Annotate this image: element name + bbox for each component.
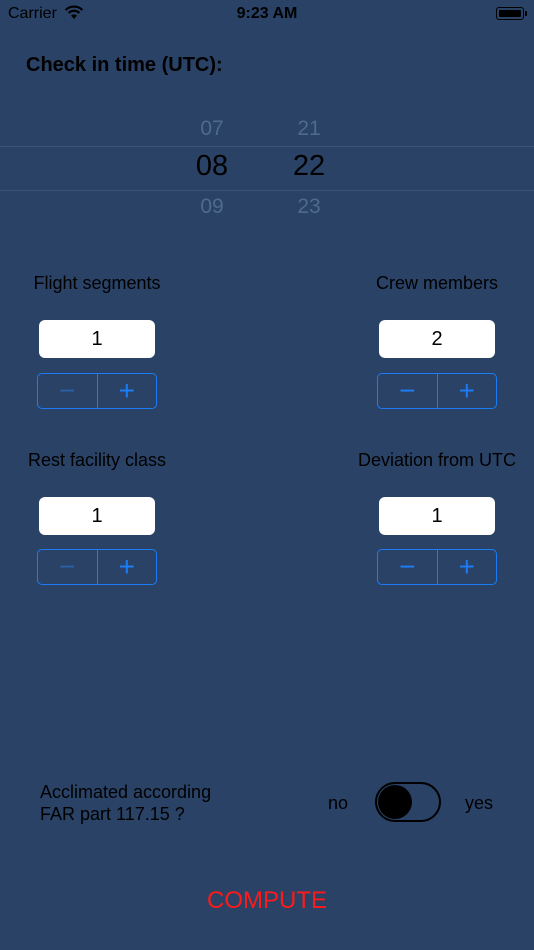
flight-segments-label: Flight segments [33, 273, 161, 293]
deviation-from-utc-value[interactable]: 1 [379, 497, 495, 535]
picker-top-divider [0, 146, 534, 147]
acclimated-toggle[interactable] [375, 782, 441, 822]
toggle-knob [378, 785, 412, 819]
rest-facility-class-stepper: − + [37, 549, 157, 585]
rest-facility-class-value[interactable]: 1 [39, 497, 155, 535]
acclimated-question-line2: FAR part 117.15 ? [40, 804, 185, 824]
hour-wheel[interactable]: 07 08 09 [182, 112, 242, 222]
flight-segments-value[interactable]: 1 [39, 320, 155, 358]
crew-members-stepper: − + [377, 373, 497, 409]
hour-selected: 08 [195, 150, 229, 182]
rest-facility-class-decrement-button[interactable]: − [38, 550, 98, 584]
crew-members-label: Crew members [375, 273, 499, 293]
hour-above: 07 [200, 117, 224, 140]
status-time: 9:23 AM [236, 5, 298, 22]
flight-segments-increment-button[interactable]: + [98, 374, 157, 408]
toggle-yes-label: yes [465, 793, 494, 813]
rest-facility-class-label: Rest facility class [27, 450, 167, 470]
acclimated-question: Acclimated according FAR part 117.15 ? [40, 781, 250, 825]
deviation-from-utc-stepper: − + [377, 549, 497, 585]
rest-facility-class-increment-button[interactable]: + [98, 550, 157, 584]
minute-wheel[interactable]: 21 22 23 [279, 112, 339, 222]
status-bar: Carrier 9:23 AM [0, 0, 534, 28]
battery-icon [496, 7, 527, 20]
picker-bottom-divider [0, 190, 534, 191]
flight-segments-stepper: − + [37, 373, 157, 409]
toggle-no-label: no [328, 793, 349, 813]
crew-members-increment-button[interactable]: + [438, 374, 497, 408]
hour-below: 09 [200, 195, 224, 218]
compute-button[interactable]: COMPUTE [0, 887, 534, 915]
acclimated-question-line1: Acclimated according [40, 782, 212, 802]
minute-selected: 22 [292, 150, 326, 182]
crew-members-value[interactable]: 2 [379, 320, 495, 358]
deviation-from-utc-decrement-button[interactable]: − [378, 550, 438, 584]
flight-segments-decrement-button[interactable]: − [38, 374, 98, 408]
minute-below: 23 [297, 195, 321, 218]
crew-members-decrement-button[interactable]: − [378, 374, 438, 408]
minute-above: 21 [297, 117, 321, 140]
deviation-from-utc-label: Deviation from UTC [357, 450, 517, 470]
page-title: Check in time (UTC): [26, 54, 223, 76]
deviation-from-utc-increment-button[interactable]: + [438, 550, 497, 584]
